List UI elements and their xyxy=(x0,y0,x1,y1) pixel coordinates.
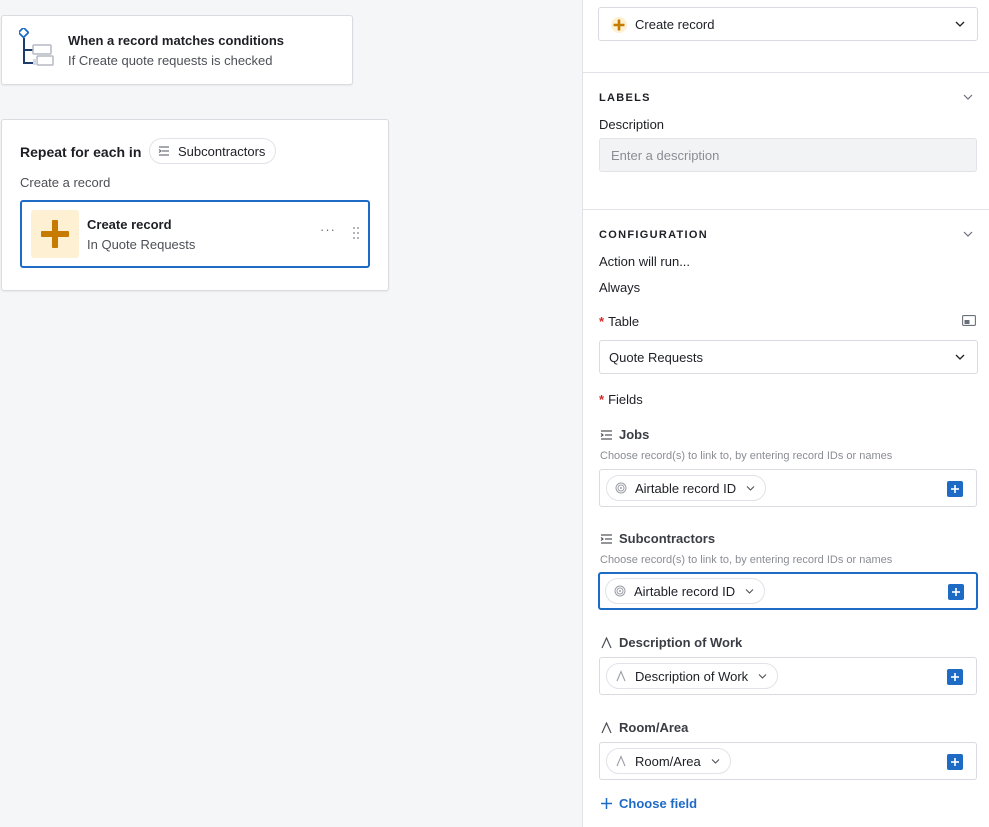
fingerprint-icon xyxy=(614,585,626,597)
chevron-down-icon xyxy=(711,758,720,764)
chevron-down-icon xyxy=(955,354,965,360)
field-hint-subcontractors: Choose record(s) to link to, by entering… xyxy=(600,554,893,566)
create-record-icon xyxy=(31,210,79,258)
choose-field-button[interactable]: Choose field xyxy=(600,796,697,811)
automation-canvas: When a record matches conditions If Crea… xyxy=(0,0,582,827)
repeat-list-name: Subcontractors xyxy=(178,143,266,159)
required-mark: * xyxy=(599,392,605,407)
chevron-down-icon xyxy=(955,21,965,27)
chevron-down-icon xyxy=(758,673,767,679)
action-type-select[interactable]: Create record xyxy=(598,7,978,41)
action-subtitle: In Quote Requests xyxy=(87,237,196,252)
token-airtable-record-id[interactable]: Airtable record ID xyxy=(606,475,767,501)
required-mark: * xyxy=(599,314,605,329)
trigger-subtitle: If Create quote requests is checked xyxy=(68,53,273,68)
table-select-value: Quote Requests xyxy=(609,349,703,365)
chevron-down-icon xyxy=(746,485,755,491)
field-input-description-of-work[interactable]: Description of Work xyxy=(599,657,977,695)
text-field-icon xyxy=(616,670,626,682)
linked-record-icon xyxy=(158,146,169,156)
text-field-icon xyxy=(601,636,612,648)
field-label-description-of-work: Description of Work xyxy=(600,635,742,650)
token-room-area[interactable]: Room/Area xyxy=(606,748,731,774)
table-select[interactable]: Quote Requests xyxy=(599,340,978,374)
action-config-panel: Create record LABELS Description CONFIGU… xyxy=(582,0,989,827)
add-token-button[interactable] xyxy=(947,481,963,497)
text-field-icon xyxy=(601,721,612,733)
labels-section-heading: LABELS xyxy=(599,92,651,104)
text-field-icon xyxy=(616,755,626,767)
field-input-jobs[interactable]: Airtable record ID xyxy=(599,469,977,507)
repeat-title: Repeat for each in xyxy=(20,144,142,160)
trigger-title: When a record matches conditions xyxy=(68,33,284,48)
configuration-section-heading: CONFIGURATION xyxy=(599,229,708,241)
field-hint-jobs: Choose record(s) to link to, by entering… xyxy=(600,450,893,462)
chevron-down-icon[interactable] xyxy=(963,231,973,237)
action-run-label: Action will run... xyxy=(599,254,691,269)
action-title: Create record xyxy=(87,217,172,232)
field-label-jobs: Jobs xyxy=(600,427,649,442)
divider xyxy=(583,72,989,73)
action-type-value: Create record xyxy=(635,16,715,32)
table-label: * Table xyxy=(599,314,640,329)
field-label-room-area: Room/Area xyxy=(600,720,688,735)
add-token-button[interactable] xyxy=(947,669,963,685)
repeat-list-pill[interactable]: Subcontractors xyxy=(149,138,277,164)
field-label-subcontractors: Subcontractors xyxy=(600,531,715,546)
linked-record-icon xyxy=(600,429,612,440)
description-input[interactable] xyxy=(599,138,977,172)
field-input-room-area[interactable]: Room/Area xyxy=(599,742,977,780)
linked-record-icon xyxy=(600,533,612,544)
repeat-group-card[interactable]: Repeat for each in Subcontractors Create… xyxy=(1,119,389,291)
create-record-icon xyxy=(611,17,627,33)
table-view-icon[interactable] xyxy=(962,315,976,326)
trigger-conditions-icon xyxy=(19,28,54,66)
divider xyxy=(583,209,989,210)
add-token-button[interactable] xyxy=(947,754,963,770)
create-record-action-card[interactable]: Create record In Quote Requests ··· xyxy=(20,200,370,268)
plus-icon xyxy=(601,798,612,809)
fingerprint-icon xyxy=(615,482,627,494)
add-token-button[interactable] xyxy=(948,584,964,600)
trigger-card[interactable]: When a record matches conditions If Crea… xyxy=(1,15,353,85)
fields-label: * Fields xyxy=(599,392,643,407)
drag-handle-icon[interactable] xyxy=(352,226,360,240)
more-options-icon[interactable]: ··· xyxy=(320,222,336,237)
action-run-value: Always xyxy=(599,280,641,295)
description-label: Description xyxy=(599,117,665,132)
token-airtable-record-id[interactable]: Airtable record ID xyxy=(605,578,766,604)
token-description-of-work[interactable]: Description of Work xyxy=(606,663,779,689)
field-input-subcontractors[interactable]: Airtable record ID xyxy=(598,572,978,610)
chevron-down-icon xyxy=(745,588,754,594)
chevron-down-icon[interactable] xyxy=(963,94,973,100)
repeat-subtitle: Create a record xyxy=(20,175,111,190)
